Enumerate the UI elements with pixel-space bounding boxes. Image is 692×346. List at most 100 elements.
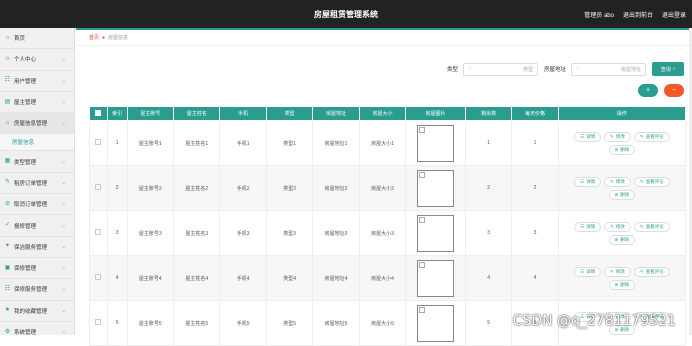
review-button[interactable]: ✎查看评论 xyxy=(634,177,670,187)
operation-buttons: + − xyxy=(638,84,684,97)
row-checkbox[interactable] xyxy=(95,184,101,190)
cell-account: 屋主账号4 xyxy=(127,256,173,301)
column-header: 手机 xyxy=(220,107,266,121)
row-delete-button[interactable]: ⊗删除 xyxy=(609,190,636,200)
sidebar-item-label: 个人中心 xyxy=(14,55,36,63)
review-button[interactable]: ✎查看评论 xyxy=(634,222,670,232)
review-icon: ✎ xyxy=(640,179,644,185)
sidebar-item[interactable]: ⊘取消订单管理⌄ xyxy=(0,194,74,215)
breadcrumb-home[interactable]: 首页 xyxy=(89,34,99,41)
edit-button[interactable]: ✎修改 xyxy=(604,177,631,187)
type-input[interactable]: ○类型 xyxy=(463,63,538,76)
edit-icon: ✎ xyxy=(610,179,614,185)
edit-button[interactable]: ✎修改 xyxy=(604,132,631,142)
cell-phone: 手机2 xyxy=(220,166,266,211)
row-checkbox[interactable] xyxy=(95,274,101,280)
cell-address: 房屋地址4 xyxy=(313,256,359,301)
favorite-icon: ★ xyxy=(4,307,11,314)
cell-name: 屋主姓名2 xyxy=(174,166,220,211)
sidebar-item[interactable]: ⚙系统管理⌄ xyxy=(0,322,74,335)
sidebar-item-label: 取消订单管理 xyxy=(14,200,47,208)
sidebar-item[interactable]: ⌂首页 xyxy=(0,28,74,49)
trash-icon: ⊗ xyxy=(615,192,619,198)
review-button[interactable]: ✎查看评论 xyxy=(634,132,670,142)
sidebar-item[interactable]: ✓报修管理⌄ xyxy=(0,215,74,236)
cell-phone: 手机4 xyxy=(220,256,266,301)
users-icon: ☷ xyxy=(4,77,11,84)
home-icon: ⌂ xyxy=(4,35,11,42)
detail-icon: ☰ xyxy=(580,269,584,275)
row-delete-button[interactable]: ⊗删除 xyxy=(609,280,636,290)
row-checkbox[interactable] xyxy=(95,139,101,145)
select-all-checkbox[interactable] xyxy=(95,110,101,116)
search-button[interactable]: 查询 ○ xyxy=(652,62,684,76)
chevron-down-icon: ⌄ xyxy=(62,329,66,335)
sidebar-item[interactable]: ▣保修管理⌄ xyxy=(0,258,74,279)
house-image xyxy=(417,125,454,162)
chevron-down-icon: ⌄ xyxy=(62,180,66,186)
row-select-cell xyxy=(90,256,108,301)
row-checkbox[interactable] xyxy=(95,229,101,235)
watermark: CSDN @q_2781179521 xyxy=(513,313,676,329)
trash-icon: ⊗ xyxy=(615,282,619,288)
cell-address: 房屋地址3 xyxy=(313,211,359,256)
edit-button[interactable]: ✎修改 xyxy=(604,267,631,277)
sidebar-item[interactable]: ☺个人中心⌄ xyxy=(0,49,74,70)
select-all-header[interactable] xyxy=(90,107,108,121)
chevron-down-icon: ⌄ xyxy=(62,308,66,314)
sidebar-item[interactable]: ▤屋主管理⌄ xyxy=(0,92,74,113)
search-icon: ○ xyxy=(576,66,579,72)
chevron-down-icon: ⌄ xyxy=(62,159,66,165)
row-delete-button[interactable]: ⊗删除 xyxy=(609,235,636,245)
type-icon: ▦ xyxy=(4,158,11,165)
cell-idx: 5 xyxy=(107,301,127,346)
sidebar-item[interactable]: ▦类型管理 ⌄ xyxy=(0,151,74,172)
sidebar-item-label: 类型管理 xyxy=(14,158,36,166)
sidebar-item[interactable]: ✎租房订单管理⌄ xyxy=(0,173,74,194)
sidebar-subitem[interactable]: 房屋信息 xyxy=(0,134,74,151)
column-header: 索引 xyxy=(107,107,127,121)
column-header: 房屋图片 xyxy=(406,107,466,121)
sidebar-item-label: 我的收藏管理 xyxy=(14,307,47,315)
row-select-cell xyxy=(90,301,108,346)
detail-button[interactable]: ☰详情 xyxy=(574,267,601,277)
house-image-cell xyxy=(406,121,466,166)
delete-button[interactable]: − xyxy=(664,84,684,97)
logout-link[interactable]: 退出登录 xyxy=(662,10,686,19)
edit-button[interactable]: ✎修改 xyxy=(604,222,631,232)
column-header: 屋主账号 xyxy=(127,107,173,121)
house-image-cell xyxy=(406,256,466,301)
service-icon: ☷ xyxy=(4,286,11,293)
add-button[interactable]: + xyxy=(638,84,658,97)
cell-phone: 手机3 xyxy=(220,211,266,256)
sidebar-item[interactable]: ☷保修服务管理⌄ xyxy=(0,279,74,300)
search-icon: ○ xyxy=(672,66,675,72)
detail-button[interactable]: ☰详情 xyxy=(574,132,601,142)
chevron-down-icon: ⌄ xyxy=(62,244,66,250)
chevron-down-icon: ⌄ xyxy=(62,286,66,292)
sidebar-item-label: 系统管理 xyxy=(14,328,36,335)
detail-button[interactable]: ☰详情 xyxy=(574,222,601,232)
address-input[interactable]: ○房屋地址 xyxy=(571,63,646,76)
sidebar-item[interactable]: ⌂房屋信息管理⌄ xyxy=(0,113,74,134)
cell-name: 屋主姓名3 xyxy=(174,211,220,256)
repair-icon: ✓ xyxy=(4,222,11,229)
house-image xyxy=(417,260,454,297)
row-checkbox[interactable] xyxy=(95,319,101,325)
row-delete-button[interactable]: ⊗删除 xyxy=(609,145,636,155)
front-link[interactable]: 退出到前台 xyxy=(623,10,653,19)
sidebar-item[interactable]: ★我的收藏管理 ⌄ xyxy=(0,301,74,322)
cell-type: 类型2 xyxy=(266,166,312,211)
sidebar-item[interactable]: ☷用户管理⌄ xyxy=(0,71,74,92)
cell-remain: 4 xyxy=(465,256,511,301)
column-header: 类型 xyxy=(266,107,312,121)
detail-icon: ☰ xyxy=(580,224,584,230)
review-button[interactable]: ✎查看评论 xyxy=(634,267,670,277)
cell-size: 房屋大小4 xyxy=(359,256,405,301)
cell-address: 房屋地址1 xyxy=(313,121,359,166)
detail-button[interactable]: ☰详情 xyxy=(574,177,601,187)
house-table: 索引屋主账号屋主姓名手机类型房屋地址房屋大小房屋图片剩余数每天价格操作 1屋主账… xyxy=(89,106,686,346)
sidebar-item-label: 租房订单管理 xyxy=(14,179,47,187)
sidebar-item[interactable]: ✦保洁服务管理⌄ xyxy=(0,237,74,258)
row-select-cell xyxy=(90,166,108,211)
